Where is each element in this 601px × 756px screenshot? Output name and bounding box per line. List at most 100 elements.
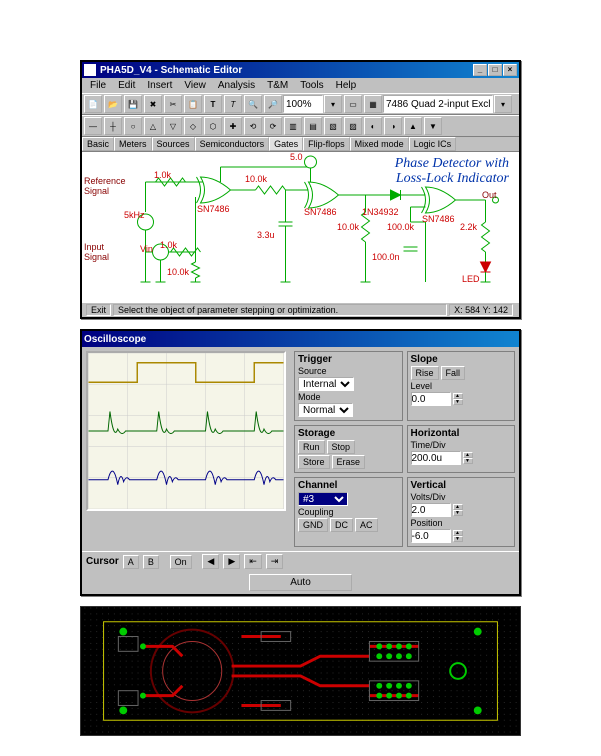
tool-p-icon[interactable]: ◑ bbox=[384, 117, 402, 135]
tool-i-icon[interactable]: ⟲ bbox=[244, 117, 262, 135]
menu-file[interactable]: File bbox=[84, 79, 112, 92]
coupling-ac-button[interactable]: AC bbox=[355, 518, 378, 532]
level-input[interactable] bbox=[411, 392, 451, 406]
menu-insert[interactable]: Insert bbox=[141, 79, 178, 92]
position-input[interactable] bbox=[411, 529, 451, 543]
tab-flipflops[interactable]: Flip-flops bbox=[303, 137, 350, 151]
oscilloscope-display[interactable] bbox=[86, 351, 286, 511]
cursor-b-button[interactable]: B bbox=[143, 555, 159, 569]
erase-button[interactable]: Erase bbox=[332, 455, 366, 469]
level-down-icon[interactable]: ▼ bbox=[453, 399, 463, 405]
pcb-window[interactable] bbox=[80, 606, 521, 736]
channel-select[interactable]: #3 bbox=[298, 492, 348, 506]
tool-m-icon[interactable]: ▧ bbox=[324, 117, 342, 135]
slope-fall-button[interactable]: Fall bbox=[441, 366, 466, 380]
cursor-contract-icon[interactable]: ⇥ bbox=[266, 554, 284, 569]
tool-j-icon[interactable]: ⟳ bbox=[264, 117, 282, 135]
close-file-icon[interactable]: ✖ bbox=[144, 95, 162, 113]
vdiv-down-icon[interactable]: ▼ bbox=[453, 510, 463, 516]
zoom-input[interactable] bbox=[283, 95, 323, 113]
tool-q-icon[interactable]: ▲ bbox=[404, 117, 422, 135]
grid-icon[interactable]: ▦ bbox=[364, 95, 382, 113]
menu-view[interactable]: View bbox=[178, 79, 212, 92]
italic-icon[interactable]: T bbox=[224, 95, 242, 113]
timediv-input[interactable] bbox=[411, 451, 461, 465]
cursor-on-button[interactable]: On bbox=[170, 555, 192, 569]
menu-help[interactable]: Help bbox=[330, 79, 363, 92]
schematic-canvas[interactable]: Phase Detector with Loss-Lock Indicator … bbox=[82, 152, 519, 302]
tool-e-icon[interactable]: ▽ bbox=[164, 117, 182, 135]
cursor-expand-icon[interactable]: ⇤ bbox=[244, 554, 262, 569]
copy-icon[interactable]: 📋 bbox=[184, 95, 202, 113]
run-button[interactable]: Run bbox=[298, 440, 325, 454]
bold-icon[interactable]: T bbox=[204, 95, 222, 113]
menu-tools[interactable]: Tools bbox=[294, 79, 329, 92]
tool-l-icon[interactable]: ▤ bbox=[304, 117, 322, 135]
tool-b-icon[interactable]: ┼ bbox=[104, 117, 122, 135]
cursor-label: Cursor bbox=[86, 556, 119, 567]
coupling-dc-button[interactable]: DC bbox=[330, 518, 353, 532]
slope-rise-button[interactable]: Rise bbox=[411, 366, 439, 380]
v1-label: 5.0 bbox=[290, 152, 303, 162]
auto-button[interactable]: Auto bbox=[249, 574, 352, 591]
tab-basic[interactable]: Basic bbox=[82, 137, 114, 151]
pos-down-icon[interactable]: ▼ bbox=[453, 536, 463, 542]
tool-g-icon[interactable]: ⬡ bbox=[204, 117, 222, 135]
schematic-titlebar: PHA5D_V4 - Schematic Editor _ □ × bbox=[82, 62, 519, 78]
tool-a-icon[interactable]: — bbox=[84, 117, 102, 135]
cursor-left-icon[interactable]: ◀ bbox=[202, 554, 219, 569]
tab-sources[interactable]: Sources bbox=[152, 137, 195, 151]
channel-group: Channel #3 Coupling GND DC AC bbox=[294, 477, 403, 547]
cut-icon[interactable]: ✂ bbox=[164, 95, 182, 113]
tab-meters[interactable]: Meters bbox=[114, 137, 152, 151]
menubar: File Edit Insert View Analysis T&M Tools… bbox=[82, 78, 519, 93]
r4-label: 10.0k bbox=[167, 267, 189, 277]
coupling-gnd-button[interactable]: GND bbox=[298, 518, 328, 532]
store-button[interactable]: Store bbox=[298, 455, 330, 469]
oscilloscope-titlebar: Oscilloscope bbox=[82, 331, 519, 347]
tab-logicics[interactable]: Logic ICs bbox=[409, 137, 457, 151]
tool-k-icon[interactable]: ▥ bbox=[284, 117, 302, 135]
tab-semiconductors[interactable]: Semiconductors bbox=[195, 137, 270, 151]
stop-button[interactable]: Stop bbox=[327, 440, 356, 454]
minimize-button[interactable]: _ bbox=[473, 64, 487, 76]
cursor-a-button[interactable]: A bbox=[123, 555, 139, 569]
tab-mixedmode[interactable]: Mixed mode bbox=[350, 137, 409, 151]
zoom-in-icon[interactable]: 🔍 bbox=[244, 95, 262, 113]
trigger-group: Trigger Source Internal Mode Normal bbox=[294, 351, 403, 421]
component-dropdown-icon[interactable]: ▾ bbox=[494, 95, 512, 113]
zoom-out-icon[interactable]: 🔎 bbox=[264, 95, 282, 113]
maximize-button[interactable]: □ bbox=[488, 64, 502, 76]
trigger-source-select[interactable]: Internal bbox=[298, 377, 354, 391]
menu-edit[interactable]: Edit bbox=[112, 79, 141, 92]
main-toolbar: 📄 📂 💾 ✖ ✂ 📋 T T 🔍 🔎 ▾ ▭ ▦ ▾ bbox=[82, 93, 519, 115]
new-icon[interactable]: 📄 bbox=[84, 95, 102, 113]
tab-gates[interactable]: Gates bbox=[269, 137, 303, 151]
tool-c-icon[interactable]: ○ bbox=[124, 117, 142, 135]
tool-o-icon[interactable]: ◐ bbox=[364, 117, 382, 135]
vdiv-input[interactable] bbox=[411, 503, 451, 517]
input-signal-label: Input Signal bbox=[84, 242, 109, 262]
tool-n-icon[interactable]: ▨ bbox=[344, 117, 362, 135]
tool-d-icon[interactable]: △ bbox=[144, 117, 162, 135]
cursor-right-icon[interactable]: ▶ bbox=[223, 554, 240, 569]
menu-analysis[interactable]: Analysis bbox=[212, 79, 261, 92]
component-select[interactable] bbox=[383, 95, 493, 113]
u3-label: SN7486 bbox=[422, 214, 455, 224]
vertical-group: Vertical Volts/Div ▲▼ Position ▲▼ bbox=[407, 477, 516, 547]
c2-label: 3.3u bbox=[257, 230, 275, 240]
r1-label: 1.0k bbox=[154, 170, 171, 180]
r5-label: 10.0k bbox=[337, 222, 359, 232]
trigger-mode-select[interactable]: Normal bbox=[298, 403, 353, 417]
schematic-statusbar: Exit Select the object of parameter step… bbox=[82, 302, 519, 317]
tool-h-icon[interactable]: ✚ bbox=[224, 117, 242, 135]
select-icon[interactable]: ▭ bbox=[344, 95, 362, 113]
zoom-dropdown-icon[interactable]: ▾ bbox=[324, 95, 342, 113]
save-icon[interactable]: 💾 bbox=[124, 95, 142, 113]
tool-r-icon[interactable]: ▼ bbox=[424, 117, 442, 135]
timediv-down-icon[interactable]: ▼ bbox=[463, 458, 473, 464]
menu-tm[interactable]: T&M bbox=[261, 79, 294, 92]
tool-f-icon[interactable]: ◇ bbox=[184, 117, 202, 135]
open-icon[interactable]: 📂 bbox=[104, 95, 122, 113]
close-button[interactable]: × bbox=[503, 64, 517, 76]
